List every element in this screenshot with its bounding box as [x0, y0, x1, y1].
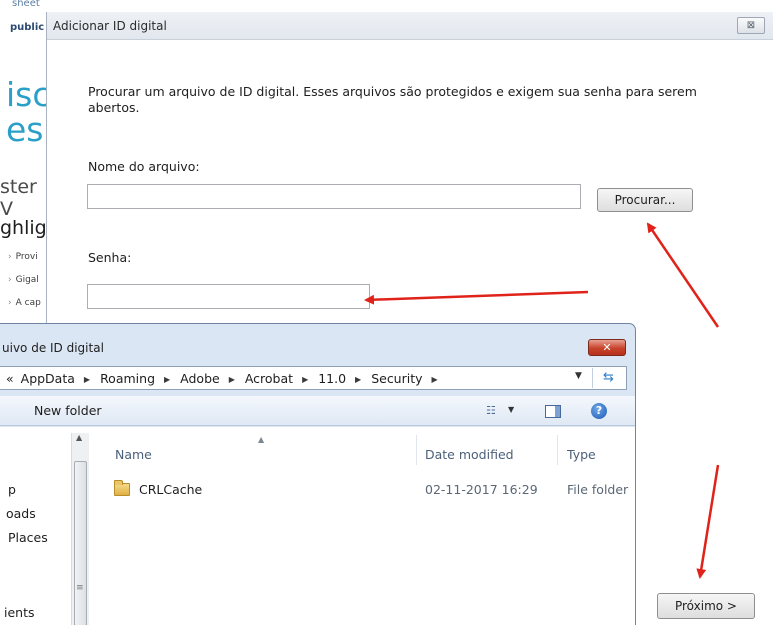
- breadcrumb-item[interactable]: 11.0: [318, 371, 346, 386]
- background-heading-line1: isc: [6, 75, 48, 114]
- address-bar[interactable]: « AppData ▶ Roaming ▶ Adobe ▶ Acrobat ▶ 11.0…: [0, 366, 627, 390]
- background-bullet: A cap: [8, 298, 41, 308]
- breadcrumb-separator-icon[interactable]: ▶: [355, 375, 361, 384]
- file-name: CRLCache: [139, 482, 203, 497]
- browse-button[interactable]: Procurar...: [597, 188, 693, 212]
- scroll-grip-icon: ≡: [76, 583, 84, 593]
- column-divider[interactable]: [416, 435, 417, 465]
- file-type: File folder: [567, 482, 629, 497]
- sort-arrow-icon: ▲: [258, 435, 265, 444]
- refresh-icon[interactable]: ⇆: [592, 368, 624, 388]
- background-text-sheet: sheet: [12, 0, 40, 9]
- breadcrumb-separator-icon[interactable]: ▶: [84, 375, 90, 384]
- view-icon[interactable]: ☷: [486, 404, 496, 417]
- explorer-toolbar: New folder ☷ ▼ ?: [0, 396, 635, 426]
- breadcrumb-overflow[interactable]: «: [6, 371, 14, 386]
- column-header-type[interactable]: Type: [567, 447, 596, 462]
- dialog-titlebar: Adicionar ID digital ⊠: [47, 12, 773, 40]
- breadcrumb-item[interactable]: Acrobat: [245, 371, 293, 386]
- dialog-description: Procurar um arquivo de ID digital. Esses…: [88, 84, 697, 115]
- password-label: Senha:: [88, 250, 132, 265]
- scrollbar-thumb[interactable]: [74, 461, 87, 625]
- column-header-name[interactable]: Name: [115, 447, 152, 462]
- scroll-up-icon[interactable]: ▲: [76, 433, 82, 442]
- breadcrumb-item[interactable]: Roaming: [100, 371, 155, 386]
- chevron-down-icon[interactable]: ▼: [508, 405, 514, 414]
- dialog-title: Adicionar ID digital: [53, 19, 167, 33]
- column-header-date-modified[interactable]: Date modified: [425, 447, 514, 462]
- filename-label: Nome do arquivo:: [88, 159, 200, 174]
- explorer-content: p oads Places ients ▲ ≡ ▲ Name Date modi…: [0, 427, 635, 625]
- help-icon[interactable]: ?: [591, 403, 607, 419]
- preview-pane-icon[interactable]: [545, 405, 561, 418]
- nav-item[interactable]: oads: [6, 506, 36, 521]
- breadcrumb-item[interactable]: Security: [371, 371, 422, 386]
- close-icon: ✕: [602, 341, 612, 354]
- file-open-window: uivo de ID digital ✕ « AppData ▶ Roaming ▶…: [0, 323, 636, 625]
- breadcrumb-separator-icon[interactable]: ▶: [229, 375, 235, 384]
- next-button[interactable]: Próximo >: [657, 593, 755, 619]
- breadcrumb-separator-icon[interactable]: ▶: [432, 375, 438, 384]
- breadcrumb-item[interactable]: AppData: [21, 371, 75, 386]
- new-folder-button[interactable]: New folder: [34, 403, 102, 418]
- dialog-close-button[interactable]: ⊠: [737, 17, 765, 34]
- close-icon: ⊠: [746, 20, 756, 31]
- breadcrumb-separator-icon[interactable]: ▶: [302, 375, 308, 384]
- background-subheading: ster V: [0, 176, 37, 220]
- filename-field[interactable]: [87, 184, 581, 209]
- password-field[interactable]: [87, 284, 370, 309]
- background-bullet: Gigal: [8, 275, 39, 285]
- background-text-public: public: [10, 22, 45, 33]
- breadcrumb-separator-icon[interactable]: ▶: [164, 375, 170, 384]
- background-highlights-heading: ghlig: [0, 217, 47, 239]
- nav-item[interactable]: Places: [8, 530, 48, 545]
- folder-icon: [114, 480, 130, 496]
- explorer-close-button[interactable]: ✕: [588, 339, 626, 356]
- nav-item[interactable]: ients: [4, 605, 35, 620]
- nav-scrollbar[interactable]: ▲ ≡: [71, 433, 89, 625]
- breadcrumb: « AppData ▶ Roaming ▶ Adobe ▶ Acrobat ▶ 11.0…: [6, 371, 444, 386]
- column-divider[interactable]: [557, 435, 558, 465]
- background-heading-line2: es: [6, 110, 44, 149]
- nav-item[interactable]: p: [8, 482, 16, 497]
- breadcrumb-item[interactable]: Adobe: [180, 371, 220, 386]
- explorer-title: uivo de ID digital: [2, 341, 104, 355]
- chevron-down-icon[interactable]: ▼: [575, 371, 582, 381]
- file-date-modified: 02-11-2017 16:29: [425, 482, 538, 497]
- background-bullet: Provi: [8, 252, 38, 262]
